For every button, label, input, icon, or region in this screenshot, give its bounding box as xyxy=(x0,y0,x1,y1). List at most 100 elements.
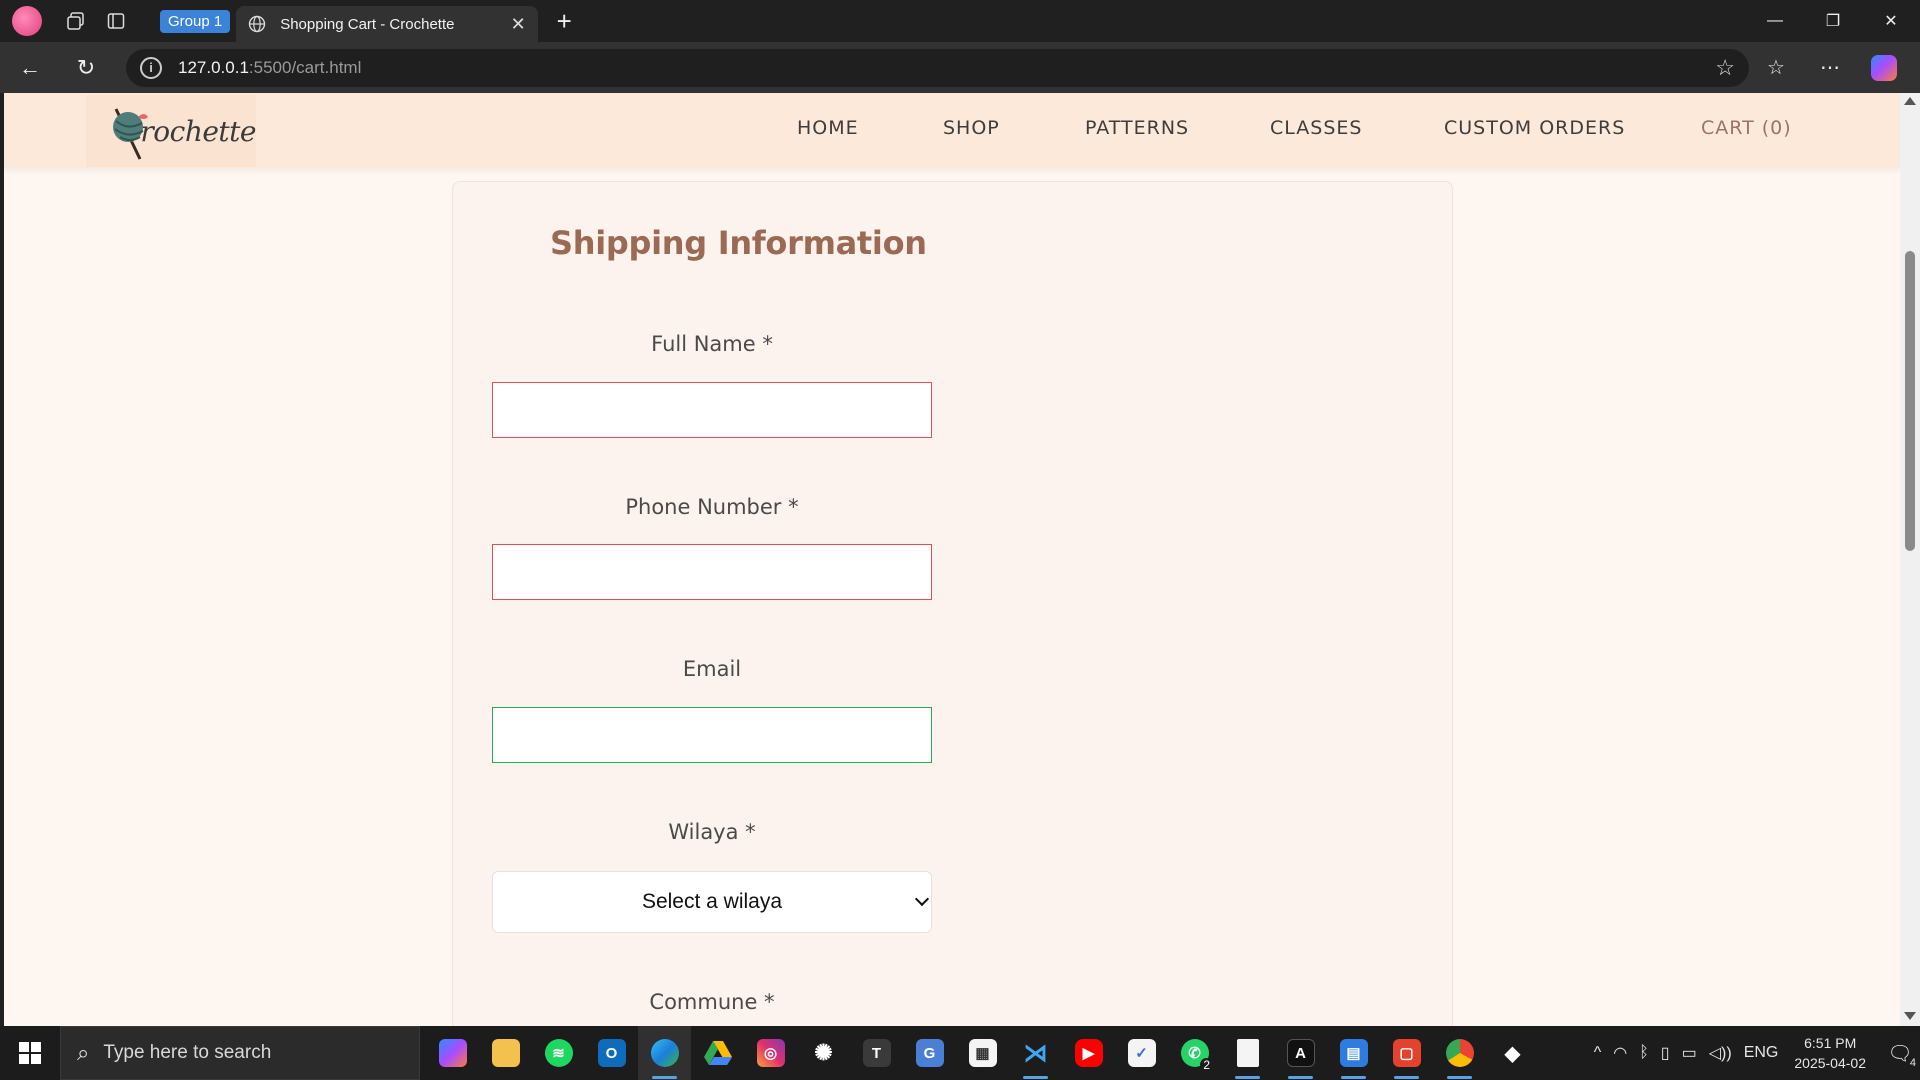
copilot-icon[interactable] xyxy=(1857,48,1911,88)
taskbar-youtube[interactable]: ▶ xyxy=(1062,1026,1115,1080)
typora-icon: T xyxy=(862,1039,891,1067)
taskbar-outlook[interactable]: O xyxy=(585,1026,638,1080)
nav-custom-orders[interactable]: CUSTOM ORDERS xyxy=(1444,117,1625,139)
profile-avatar[interactable] xyxy=(12,6,42,36)
taskbar-store[interactable]: ▦ xyxy=(956,1026,1009,1080)
device-icon[interactable]: ▯ xyxy=(1661,1043,1670,1063)
taskbar-file-explorer[interactable] xyxy=(479,1026,532,1080)
clock[interactable]: 6:51 PM 2025-04-02 xyxy=(1794,1033,1866,1073)
scrollbar-thumb[interactable] xyxy=(1905,251,1915,551)
nav-classes[interactable]: CLASSES xyxy=(1270,117,1362,139)
more-menu-icon[interactable]: ⋯ xyxy=(1803,48,1857,88)
yarn-ball-icon xyxy=(113,108,148,160)
windows-taskbar: ⌕ Type here to search ≋ O ◎ ✺ T G ▦ ⋊ ▶ … xyxy=(0,1026,1920,1080)
commune-label: Commune * xyxy=(649,990,775,1014)
chevron-up-icon[interactable]: ^ xyxy=(1594,1044,1602,1062)
nav-shop[interactable]: SHOP xyxy=(943,117,1000,139)
document-icon xyxy=(1236,1039,1259,1067)
search-icon: ⌕ xyxy=(77,1040,90,1065)
taskbar-pdf-app[interactable]: ▢ xyxy=(1380,1026,1433,1080)
taskbar-widgets-app[interactable]: ▤ xyxy=(1327,1026,1380,1080)
favorites-icon[interactable]: ☆ xyxy=(1749,48,1803,88)
taskbar-vscode[interactable]: ⋊ xyxy=(1009,1026,1062,1080)
search-placeholder: Type here to search xyxy=(103,1042,272,1063)
taskbar-notepad[interactable] xyxy=(1221,1026,1274,1080)
taskbar-whatsapp[interactable]: ✆ 2 xyxy=(1168,1026,1221,1080)
scroll-up-icon[interactable] xyxy=(1904,97,1916,105)
taskbar-instagram[interactable]: ◎ xyxy=(744,1026,797,1080)
chrome-icon xyxy=(1445,1039,1474,1067)
nav-home[interactable]: HOME xyxy=(797,117,859,139)
tab-shopping-cart[interactable]: Shopping Cart - Crochette ✕ xyxy=(236,6,539,42)
taskbar-font-app[interactable]: A xyxy=(1274,1026,1327,1080)
pdf-icon: ▢ xyxy=(1392,1039,1421,1067)
wifi-icon[interactable]: ◠ xyxy=(1613,1043,1627,1063)
folder-icon xyxy=(491,1039,520,1067)
translate-icon: G xyxy=(915,1039,944,1067)
favorite-star-icon[interactable]: ☆ xyxy=(1715,55,1735,81)
outlook-icon: O xyxy=(597,1039,626,1067)
windows-icon xyxy=(19,1042,41,1064)
whatsapp-badge: 2 xyxy=(1200,1058,1213,1072)
close-tab-icon[interactable]: ✕ xyxy=(508,14,528,35)
taskbar-unity[interactable]: ◆ xyxy=(1486,1026,1539,1080)
start-button[interactable] xyxy=(0,1026,60,1080)
page-viewport: Crochette HOME SHOP PATTERNS CLASSES CUS… xyxy=(4,93,1900,1026)
wilaya-label: Wilaya * xyxy=(668,820,756,844)
taskbar-translate[interactable]: G xyxy=(903,1026,956,1080)
taskbar-spotify[interactable]: ≋ xyxy=(532,1026,585,1080)
notification-count: 4 xyxy=(1909,1057,1916,1069)
vertical-tabs-icon[interactable] xyxy=(96,5,136,37)
site-logo[interactable]: Crochette xyxy=(86,95,256,167)
restore-icon[interactable]: ❐ xyxy=(1804,0,1862,42)
minimize-icon[interactable]: — xyxy=(1746,0,1804,42)
refresh-button[interactable]: ↻ xyxy=(60,48,112,88)
taskbar-capture[interactable]: ✓ xyxy=(1115,1026,1168,1080)
address-bar[interactable]: i 127.0.0.1:5500/cart.html ☆ xyxy=(126,48,1749,87)
system-tray: ^ ◠ ᛒ ▯ ▭ ◁)) ENG 6:51 PM 2025-04-02 🗨 4 xyxy=(1588,1026,1920,1080)
language-indicator[interactable]: ENG xyxy=(1744,1044,1779,1062)
shipping-title: Shipping Information xyxy=(550,224,927,262)
dashboard-icon: ▤ xyxy=(1339,1039,1368,1067)
taskbar-search[interactable]: ⌕ Type here to search xyxy=(60,1026,420,1080)
phone-label: Phone Number * xyxy=(625,495,799,519)
new-tab-button[interactable]: + xyxy=(544,5,584,37)
full-name-input[interactable] xyxy=(492,382,932,438)
notifications-button[interactable]: 🗨 4 xyxy=(1880,1033,1920,1073)
phone-input[interactable] xyxy=(492,544,932,600)
back-button[interactable]: ← xyxy=(4,48,56,88)
youtube-icon: ▶ xyxy=(1074,1039,1103,1067)
taskbar-edge[interactable] xyxy=(638,1026,691,1080)
volume-icon[interactable]: ◁)) xyxy=(1709,1043,1732,1063)
email-label: Email xyxy=(682,657,742,681)
bluetooth-icon[interactable]: ᛒ xyxy=(1639,1044,1649,1062)
vscode-icon: ⋊ xyxy=(1023,1039,1048,1067)
taskbar-google-drive[interactable] xyxy=(691,1026,744,1080)
nav-cart[interactable]: CART (0) xyxy=(1701,117,1792,139)
globe-icon xyxy=(246,13,268,35)
scroll-down-icon[interactable] xyxy=(1904,1012,1916,1020)
email-input[interactable] xyxy=(492,707,932,763)
page-scrollbar[interactable] xyxy=(1900,93,1920,1026)
wilaya-selected-value: Select a wilaya xyxy=(641,890,783,913)
nav-patterns[interactable]: PATTERNS xyxy=(1085,117,1189,139)
full-name-label: Full Name * xyxy=(651,332,773,356)
wilaya-select[interactable]: Select a wilaya xyxy=(492,871,932,933)
font-icon: A xyxy=(1286,1039,1315,1067)
taskbar-copilot[interactable] xyxy=(426,1026,479,1080)
taskbar-chrome[interactable] xyxy=(1433,1026,1486,1080)
store-icon: ▦ xyxy=(968,1039,997,1067)
battery-icon[interactable]: ▭ xyxy=(1682,1043,1697,1063)
tab-group-label[interactable]: Group 1 xyxy=(160,9,231,33)
workspaces-icon[interactable] xyxy=(56,5,96,37)
close-window-icon[interactable]: ✕ xyxy=(1862,0,1920,42)
edge-icon xyxy=(650,1039,679,1067)
taskbar-chatgpt[interactable]: ✺ xyxy=(797,1026,850,1080)
capture-icon: ✓ xyxy=(1127,1039,1156,1067)
unity-icon: ◆ xyxy=(1504,1042,1521,1065)
taskbar-typora[interactable]: T xyxy=(850,1026,903,1080)
window-controls: — ❐ ✕ xyxy=(1746,0,1920,42)
site-header: Crochette HOME SHOP PATTERNS CLASSES CUS… xyxy=(4,93,1900,168)
site-info-icon[interactable]: i xyxy=(140,56,162,79)
chatgpt-icon: ✺ xyxy=(814,1040,833,1065)
